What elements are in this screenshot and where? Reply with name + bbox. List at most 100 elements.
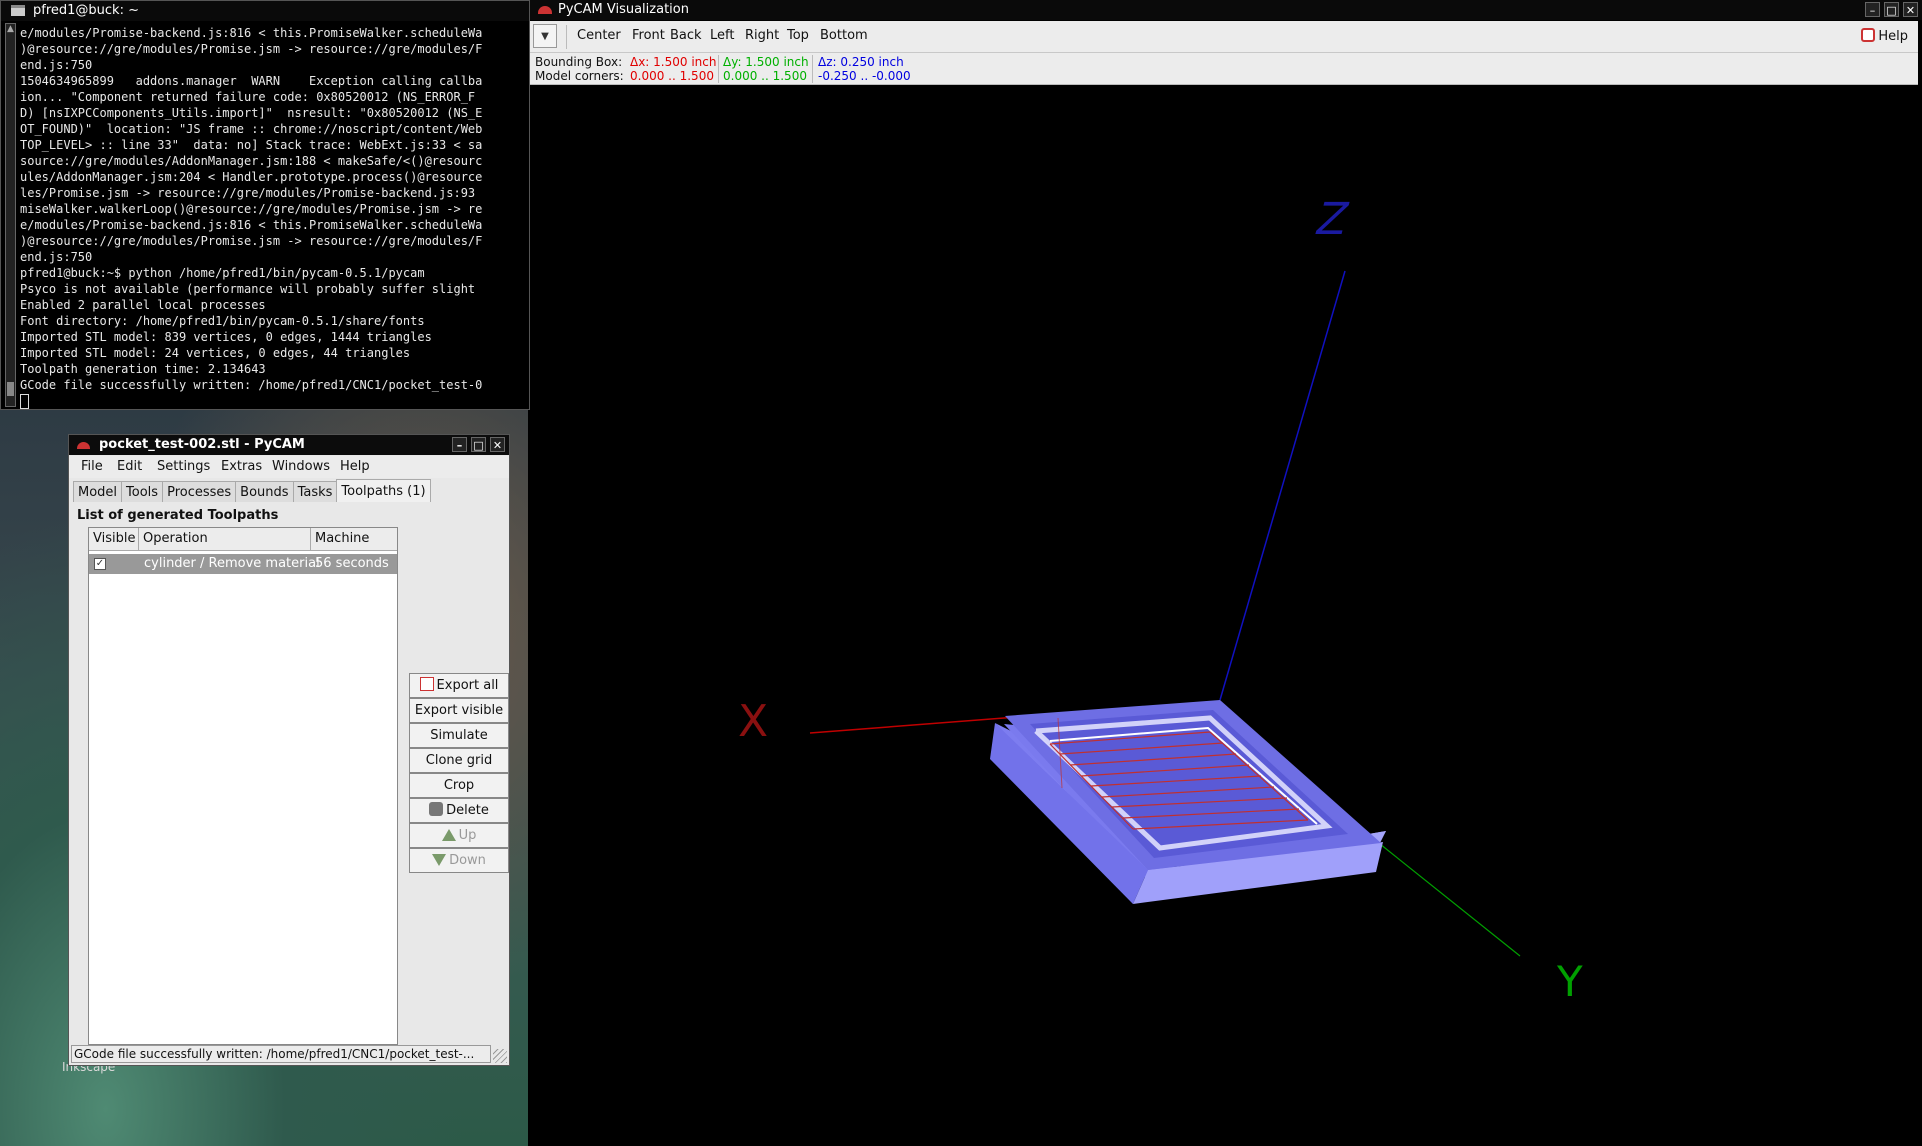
column-machine-time[interactable]: Machine Time <box>311 528 399 568</box>
terminal-line: TOP_LEVEL> :: line 33" data: no] Stack t… <box>20 138 483 152</box>
up-label: Up <box>458 828 477 843</box>
tab-toolpaths[interactable]: Toolpaths (1) <box>336 479 431 502</box>
visualization-window[interactable]: PyCAM Visualization – □ ✕ ▼ Center Front… <box>530 0 1922 1146</box>
column-visible[interactable]: Visible <box>89 528 139 550</box>
corners-y: 0.000 .. 1.500 <box>723 69 807 83</box>
row-machine-time: 56 seconds <box>315 556 389 571</box>
toolbar-separator <box>566 25 567 49</box>
pycam-icon <box>538 6 552 14</box>
view-menu-button[interactable]: ▼ <box>533 24 557 48</box>
column-operation[interactable]: Operation <box>139 528 311 550</box>
delete-button[interactable]: Delete <box>409 798 509 823</box>
tab-bounds[interactable]: Bounds <box>235 481 294 502</box>
export-all-label: Export all <box>436 678 499 693</box>
crop-button[interactable]: Crop <box>409 773 509 798</box>
menu-edit[interactable]: Edit <box>117 456 142 478</box>
view-center-button[interactable]: Center <box>577 28 621 43</box>
pycam-main-window[interactable]: pocket_test-002.stl - PyCAM – □ ✕ File E… <box>68 434 510 1066</box>
terminal-window[interactable]: pfred1@buck: ~ ▲ e/modules/Promise-backe… <box>0 0 530 410</box>
tab-tasks[interactable]: Tasks <box>292 481 338 502</box>
terminal-line: Font directory: /home/pfred1/bin/pycam-0… <box>20 314 425 328</box>
move-up-button[interactable]: Up <box>409 823 509 848</box>
visible-checkbox[interactable]: ✓ <box>94 558 106 570</box>
delete-label: Delete <box>446 803 489 818</box>
terminal-cursor <box>20 394 29 409</box>
bbox-dy: Δy: 1.500 inch <box>723 55 809 69</box>
help-icon <box>1861 28 1876 42</box>
tab-bar: Model Tools Processes Bounds Tasks Toolp… <box>73 479 431 503</box>
scrollbar-thumb[interactable] <box>7 382 14 396</box>
terminal-line: GCode file successfully written: /home/p… <box>20 378 483 392</box>
export-all-button[interactable]: Export all <box>409 673 509 698</box>
minimize-button[interactable]: – <box>1865 2 1880 17</box>
corners-z: -0.250 .. -0.000 <box>818 69 911 83</box>
terminal-line: les/Promise.jsm -> resource://gre/module… <box>20 186 476 200</box>
tab-tools[interactable]: Tools <box>121 481 164 502</box>
maximize-button[interactable]: □ <box>471 437 486 452</box>
scroll-up-icon[interactable]: ▲ <box>6 24 15 34</box>
view-top-button[interactable]: Top <box>787 28 809 43</box>
bbox-label: Bounding Box: <box>535 55 623 69</box>
view-left-button[interactable]: Left <box>710 28 734 43</box>
simulate-button[interactable]: Simulate <box>409 723 509 748</box>
help-button[interactable]: Help <box>1861 28 1908 44</box>
z-axis-label: Z <box>1310 193 1354 245</box>
bbox-dx: Δx: 1.500 inch <box>630 55 717 69</box>
export-visible-button[interactable]: Export visible <box>409 698 509 723</box>
row-operation: cylinder / Remove material <box>144 556 320 571</box>
status-bar: GCode file successfully written: /home/p… <box>71 1045 491 1063</box>
terminal-line: Imported STL model: 24 vertices, 0 edges… <box>20 346 411 360</box>
help-label: Help <box>1878 29 1908 44</box>
terminal-line: end.js:750 <box>20 58 93 72</box>
menubar: File Edit Settings Extras Windows Help <box>69 456 509 478</box>
bounding-box-info: Bounding Box: Model corners: Δx: 1.500 i… <box>530 53 1918 85</box>
maximize-button[interactable]: □ <box>1884 2 1899 17</box>
terminal-line: e/modules/Promise-backend.js:816 < this.… <box>20 26 483 40</box>
toolpath-list[interactable]: Visible Operation Machine Time ✓ cylinde… <box>88 527 398 1045</box>
view-bottom-button[interactable]: Bottom <box>820 28 868 43</box>
resize-grip-icon[interactable] <box>493 1049 507 1063</box>
down-label: Down <box>449 853 486 868</box>
terminal-line: source://gre/modules/AddonManager.jsm:18… <box>20 154 483 168</box>
terminal-scrollbar[interactable]: ▲ <box>5 23 16 407</box>
menu-settings[interactable]: Settings <box>157 456 210 478</box>
viz-toolbar: ▼ Center Front Back Left Right Top Botto… <box>530 21 1918 53</box>
clone-grid-button[interactable]: Clone grid <box>409 748 509 773</box>
y-axis-line <box>1379 843 1521 957</box>
terminal-titlebar[interactable]: pfred1@buck: ~ <box>1 1 529 21</box>
view-front-button[interactable]: Front <box>632 28 665 43</box>
terminal-line: )@resource://gre/modules/Promise.jsm -> … <box>20 42 483 56</box>
menu-help[interactable]: Help <box>340 456 370 478</box>
move-down-button[interactable]: Down <box>409 848 509 873</box>
terminal-output[interactable]: e/modules/Promise-backend.js:816 < this.… <box>20 25 528 409</box>
3d-viewport[interactable]: X Z Y <box>530 86 1922 1146</box>
menu-file[interactable]: File <box>81 456 103 478</box>
view-back-button[interactable]: Back <box>670 28 702 43</box>
toolpath-list-heading: List of generated Toolpaths <box>77 508 279 523</box>
terminal-line: ules/AddonManager.jsm:204 < Handler.prot… <box>20 170 483 184</box>
table-row[interactable]: ✓ cylinder / Remove material 56 seconds <box>89 554 397 574</box>
terminal-icon <box>11 5 25 16</box>
menu-windows[interactable]: Windows <box>272 456 330 478</box>
view-right-button[interactable]: Right <box>745 28 779 43</box>
terminal-line: Toolpath generation time: 2.134643 <box>20 362 266 376</box>
viz-titlebar[interactable]: PyCAM Visualization – □ ✕ <box>530 0 1922 20</box>
close-button[interactable]: ✕ <box>490 437 505 452</box>
menu-extras[interactable]: Extras <box>221 456 262 478</box>
terminal-title: pfred1@buck: ~ <box>33 3 139 18</box>
y-axis-label: Y <box>1556 957 1583 1006</box>
corners-label: Model corners: <box>535 69 624 83</box>
close-button[interactable]: ✕ <box>1903 2 1918 17</box>
bbox-dz: Δz: 0.250 inch <box>818 55 904 69</box>
viz-title: PyCAM Visualization <box>558 2 689 17</box>
terminal-line: e/modules/Promise-backend.js:816 < this.… <box>20 218 483 232</box>
minimize-button[interactable]: – <box>452 437 467 452</box>
tab-model[interactable]: Model <box>73 481 123 502</box>
terminal-line: end.js:750 <box>20 250 93 264</box>
corners-x: 0.000 .. 1.500 <box>630 69 714 83</box>
model-block <box>990 700 1386 904</box>
arrow-up-icon <box>441 829 456 841</box>
tab-processes[interactable]: Processes <box>162 481 237 502</box>
terminal-line: pfred1@buck:~$ python /home/pfred1/bin/p… <box>20 266 425 280</box>
pycam-titlebar[interactable]: pocket_test-002.stl - PyCAM – □ ✕ <box>69 435 509 455</box>
